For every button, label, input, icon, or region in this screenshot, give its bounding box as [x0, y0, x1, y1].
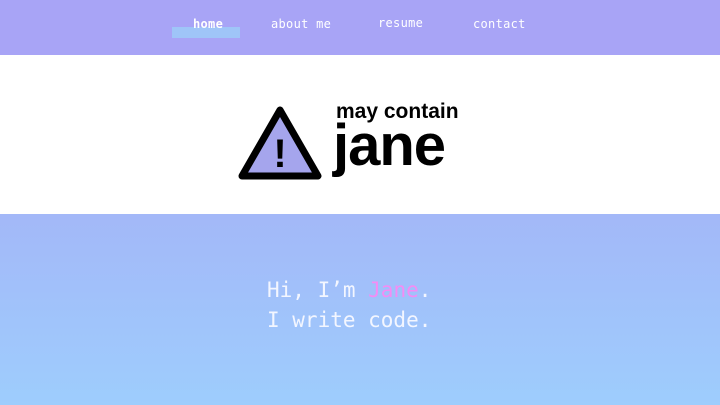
hero-greeting: Hi, I’m Jane. — [267, 275, 431, 305]
warning-exclamation: ! — [273, 132, 286, 176]
top-nav: home about me resume contact — [0, 0, 720, 55]
hero-intro: Hi, I’m Jane. I write code. — [267, 275, 431, 335]
hero-tagline: I write code. — [267, 308, 432, 332]
nav-link-home[interactable]: home — [193, 17, 223, 31]
site-header: ! may contain jane — [0, 55, 720, 214]
nav-link-contact[interactable]: contact — [473, 17, 526, 31]
site-logo[interactable]: ! may contain jane — [238, 99, 468, 195]
warning-triangle-icon: ! — [238, 106, 322, 180]
hero-section: Hi, I’m Jane. I write code. — [0, 214, 720, 405]
greeting-prefix: Hi, I’m — [267, 278, 369, 302]
logo-name: jane — [333, 113, 446, 178]
greeting-suffix: . — [418, 278, 432, 302]
nav-link-resume[interactable]: resume — [378, 16, 423, 30]
greeting-name: Jane — [368, 278, 419, 302]
nav-link-about-me[interactable]: about me — [271, 17, 331, 31]
